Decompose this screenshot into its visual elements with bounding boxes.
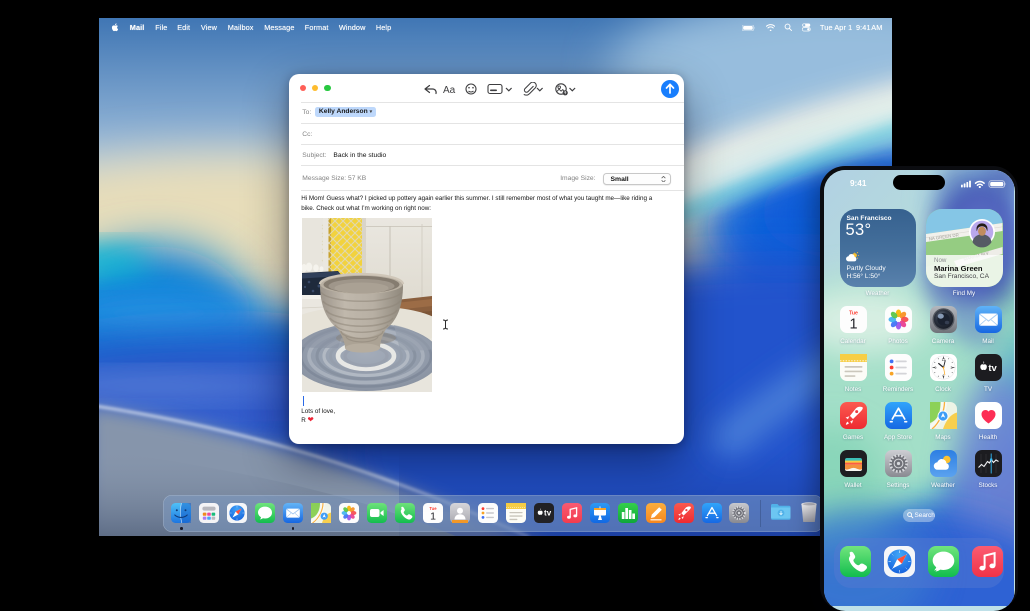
svg-text:6: 6: [942, 374, 944, 378]
svg-text:1: 1: [849, 317, 857, 333]
svg-text:1: 1: [430, 510, 436, 522]
svg-text:9: 9: [934, 366, 936, 370]
svg-text:tv: tv: [988, 363, 997, 374]
svg-text:3: 3: [950, 366, 952, 370]
svg-text:Aa: Aa: [443, 84, 456, 95]
svg-text:tv: tv: [544, 508, 552, 517]
